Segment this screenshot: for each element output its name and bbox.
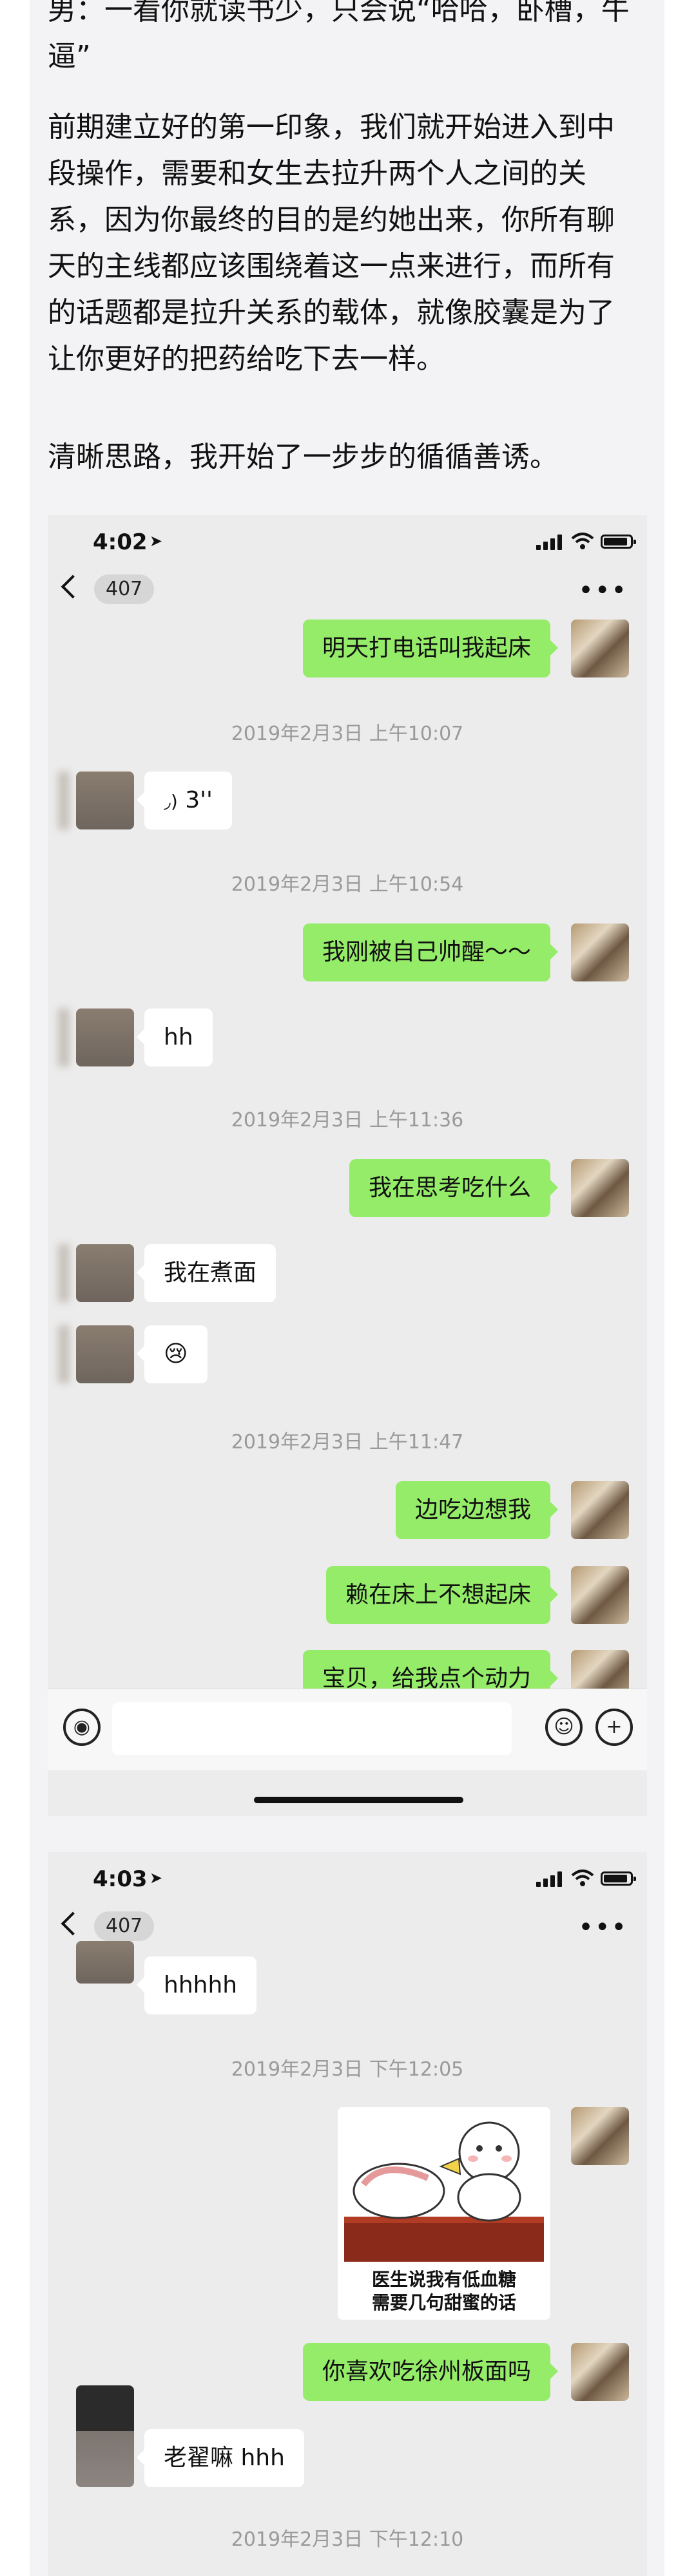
signal-bars-icon — [536, 1871, 565, 1887]
status-time: 4:03 — [93, 1866, 148, 1892]
voice-duration: 3'' — [185, 787, 213, 813]
message-bubble[interactable]: 赖在床上不想起床 — [325, 1566, 559, 1624]
message-timestamp: 2019年2月3日 上午10:07 — [231, 723, 464, 745]
message-bubble[interactable]: 明天打电话叫我起床 — [302, 620, 559, 677]
sticker-caption-line-1: 医生说我有低血糖 — [371, 2269, 516, 2290]
voice-message-bubble[interactable]: ◞) 3'' — [137, 772, 232, 829]
location-arrow-icon: ➤ — [150, 532, 163, 550]
message-input[interactable] — [112, 1702, 512, 1755]
message-bubble[interactable]: hhhhh — [136, 1956, 257, 2014]
message-bubble[interactable]: 我在煮面 — [136, 1244, 276, 1302]
avatar[interactable] — [571, 620, 629, 677]
message-bubble[interactable]: 边吃边想我 — [395, 1481, 559, 1539]
avatar[interactable] — [571, 2343, 629, 2401]
message-timestamp: 2019年2月3日 上午10:54 — [231, 873, 464, 896]
avatar[interactable] — [571, 1481, 629, 1539]
blurred-edge — [58, 1325, 70, 1383]
chat-nav-bar: 407 ••• — [48, 562, 647, 620]
sticker-hamster-illustration — [344, 2121, 544, 2262]
avatar[interactable] — [76, 1244, 134, 1302]
chat-screenshot-1: 4:02 ➤ 407 ••• 明天打电话叫我起床 2019年2月3日 上午10:… — [48, 515, 647, 1816]
plus-icon[interactable]: + — [595, 1709, 633, 1746]
sticker-caption: 医生说我有低血糖 需要几句甜蜜的话 — [338, 2268, 550, 2315]
article-paragraph-1: 男：一看你就读书少，只会说“哈哈，卧槽，牛逼” — [48, 0, 630, 73]
chat-nav-bar: 407 ••• — [48, 1899, 647, 1956]
avatar[interactable] — [571, 1159, 629, 1217]
more-dots-icon[interactable]: ••• — [578, 576, 628, 605]
wifi-icon — [571, 1870, 594, 1886]
message-timestamp: 2019年2月3日 上午11:36 — [231, 1109, 464, 1132]
avatar[interactable] — [76, 1941, 134, 1984]
article-paragraph-2: 前期建立好的第一印象，我们就开始进入到中段操作，需要和女生去拉升两个人之间的关系… — [48, 111, 615, 375]
status-bar: 4:02 ➤ — [48, 515, 647, 562]
avatar[interactable] — [571, 2107, 629, 2165]
location-arrow-icon: ➤ — [150, 1869, 163, 1887]
avatar[interactable] — [76, 2385, 134, 2487]
chat-screenshot-2: 4:03 ➤ 407 ••• hhhhh 2019年2月3日 下午12:05 医… — [48, 1852, 647, 2576]
more-dots-icon[interactable]: ••• — [578, 1913, 628, 1942]
message-bubble[interactable]: 我刚被自己帅醒～～ — [302, 923, 559, 981]
chat-input-toolbar: ◉ ☺ + — [48, 1689, 647, 1770]
message-bubble[interactable]: hh — [137, 1009, 213, 1066]
message-bubble[interactable]: 我在思考吃什么 — [349, 1159, 559, 1217]
sticker-caption-line-2: 需要几句甜蜜的话 — [371, 2292, 516, 2313]
emoji-message-bubble[interactable]: 😢 — [137, 1325, 208, 1383]
message-timestamp: 2019年2月3日 上午11:47 — [231, 1431, 464, 1454]
avatar[interactable] — [76, 1325, 134, 1383]
message-bubble[interactable]: 老翟嘛 hhh — [137, 2429, 304, 2487]
home-indicator — [254, 1797, 463, 1803]
voice-input-icon[interactable]: ◉ — [63, 1709, 101, 1746]
blurred-edge — [58, 1009, 70, 1066]
message-timestamp: 2019年2月3日 下午12:05 — [231, 2058, 464, 2081]
status-bar: 4:03 ➤ — [48, 1852, 647, 1899]
avatar[interactable] — [76, 772, 134, 829]
battery-icon — [601, 535, 636, 549]
sticker-image[interactable]: 医生说我有低血糖 需要几句甜蜜的话 — [338, 2107, 550, 2320]
chevron-left-icon[interactable] — [61, 574, 85, 599]
avatar[interactable] — [76, 1009, 134, 1066]
status-time: 4:02 — [93, 529, 148, 555]
blurred-edge — [58, 1244, 70, 1302]
back-unread-count[interactable]: 407 — [94, 1911, 155, 1941]
blurred-edge — [58, 772, 70, 829]
avatar[interactable] — [571, 923, 629, 981]
voice-wave-icon: ◞) — [164, 791, 178, 812]
back-unread-count[interactable]: 407 — [94, 574, 155, 604]
avatar[interactable] — [571, 1566, 629, 1624]
chevron-left-icon[interactable] — [61, 1911, 85, 1936]
message-timestamp: 2019年2月3日 下午12:10 — [231, 2528, 464, 2551]
emoji-icon[interactable]: ☺ — [545, 1709, 583, 1746]
article-paragraph-3: 清晰思路，我开始了一步步的循循善诱。 — [48, 440, 558, 473]
wifi-icon — [571, 533, 594, 549]
message-bubble[interactable]: 你喜欢吃徐州板面吗 — [302, 2343, 559, 2401]
signal-bars-icon — [536, 535, 565, 550]
battery-icon — [601, 1871, 636, 1886]
